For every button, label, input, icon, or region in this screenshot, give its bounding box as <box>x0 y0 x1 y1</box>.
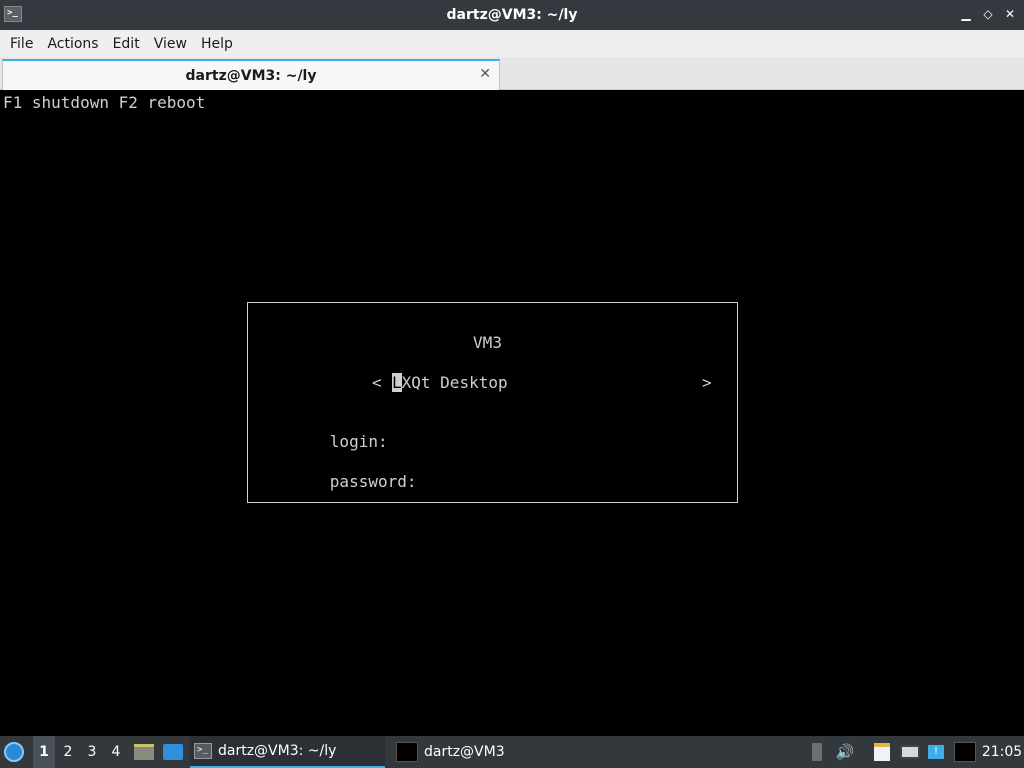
session-next-arrow[interactable]: > <box>702 373 712 392</box>
clipboard-icon <box>874 743 890 761</box>
text-cursor: L <box>392 373 402 392</box>
tab-bar: dartz@VM3: ~/ly ✕ <box>0 57 1024 90</box>
tab-close-icon[interactable]: ✕ <box>479 66 491 82</box>
power-hint: F1 shutdown F2 reboot <box>3 93 206 112</box>
menu-edit[interactable]: Edit <box>106 36 147 52</box>
network-button[interactable] <box>899 736 921 768</box>
login-label: login: <box>329 432 388 451</box>
window-title: dartz@VM3: ~/ly <box>446 7 578 23</box>
show-desktop-button[interactable] <box>161 736 185 768</box>
vm-window-icon <box>396 742 418 762</box>
login-box: VM3 < LXQt Desktop > login: password: <box>247 302 738 503</box>
hostname: VM3 <box>248 333 737 352</box>
session-name: LXQt Desktop <box>392 373 508 392</box>
lxqt-logo-icon <box>4 742 24 762</box>
task-terminal[interactable]: >_ dartz@VM3: ~/ly <box>190 736 385 768</box>
file-manager-icon <box>134 744 154 760</box>
terminal-area[interactable]: F1 shutdown F2 reboot VM3 < LXQt Desktop… <box>0 91 1024 735</box>
desktop-switch-4[interactable]: 4 <box>105 736 127 768</box>
desktop-switch-2[interactable]: 2 <box>57 736 79 768</box>
network-icon <box>900 745 920 759</box>
task-vm-label: dartz@VM3 <box>424 744 505 760</box>
password-label: password: <box>329 472 417 491</box>
task-vm[interactable]: dartz@VM3 <box>392 736 587 768</box>
menu-bar: File Actions Edit View Help <box>0 30 1024 57</box>
tray-vm-button[interactable] <box>953 736 977 768</box>
tab-label: dartz@VM3: ~/ly <box>185 67 317 84</box>
close-button[interactable]: ✕ <box>1002 6 1018 22</box>
vm-tray-icon <box>954 742 976 762</box>
hostname-text: VM3 <box>473 333 502 352</box>
tray-up-icon <box>812 743 822 761</box>
menu-help[interactable]: Help <box>194 36 240 52</box>
speaker-icon: 🔊 <box>835 743 855 761</box>
menu-actions[interactable]: Actions <box>40 36 105 52</box>
file-manager-launcher[interactable] <box>133 736 155 768</box>
volume-button[interactable]: 🔊 <box>835 736 855 768</box>
minimize-button[interactable]: ▁ <box>958 6 974 22</box>
restore-button[interactable]: ◇ <box>980 6 996 22</box>
terminal-icon: >_ <box>194 743 212 759</box>
menu-view[interactable]: View <box>147 36 194 52</box>
start-menu-button[interactable] <box>4 736 28 768</box>
desktop-switch-1[interactable]: 1 <box>33 736 55 768</box>
clipboard-button[interactable] <box>872 736 892 768</box>
session-prev-arrow[interactable]: < <box>372 373 382 392</box>
password-input[interactable] <box>368 453 698 473</box>
task-terminal-label: dartz@VM3: ~/ly <box>218 743 337 759</box>
tab-terminal[interactable]: dartz@VM3: ~/ly ✕ <box>2 59 500 90</box>
session-selector[interactable]: < LXQt Desktop > <box>248 373 737 393</box>
info-icon: ! <box>928 745 944 759</box>
terminal-icon: >_ <box>4 6 22 22</box>
menu-file[interactable]: File <box>3 36 40 52</box>
window-titlebar[interactable]: >_ dartz@VM3: ~/ly ▁ ◇ ✕ <box>0 0 1024 30</box>
tray-expand-button[interactable] <box>808 736 826 768</box>
session-name-rest: XQt Desktop <box>401 373 508 392</box>
login-input[interactable] <box>368 413 698 433</box>
window-controls: ▁ ◇ ✕ <box>958 6 1018 22</box>
show-desktop-icon <box>163 744 183 760</box>
desktop-switch-3[interactable]: 3 <box>81 736 103 768</box>
taskbar: 1 2 3 4 >_ dartz@VM3: ~/ly dartz@VM3 🔊 !… <box>0 736 1024 768</box>
notification-button[interactable]: ! <box>926 736 946 768</box>
clock[interactable]: 21:05 <box>982 736 1022 768</box>
